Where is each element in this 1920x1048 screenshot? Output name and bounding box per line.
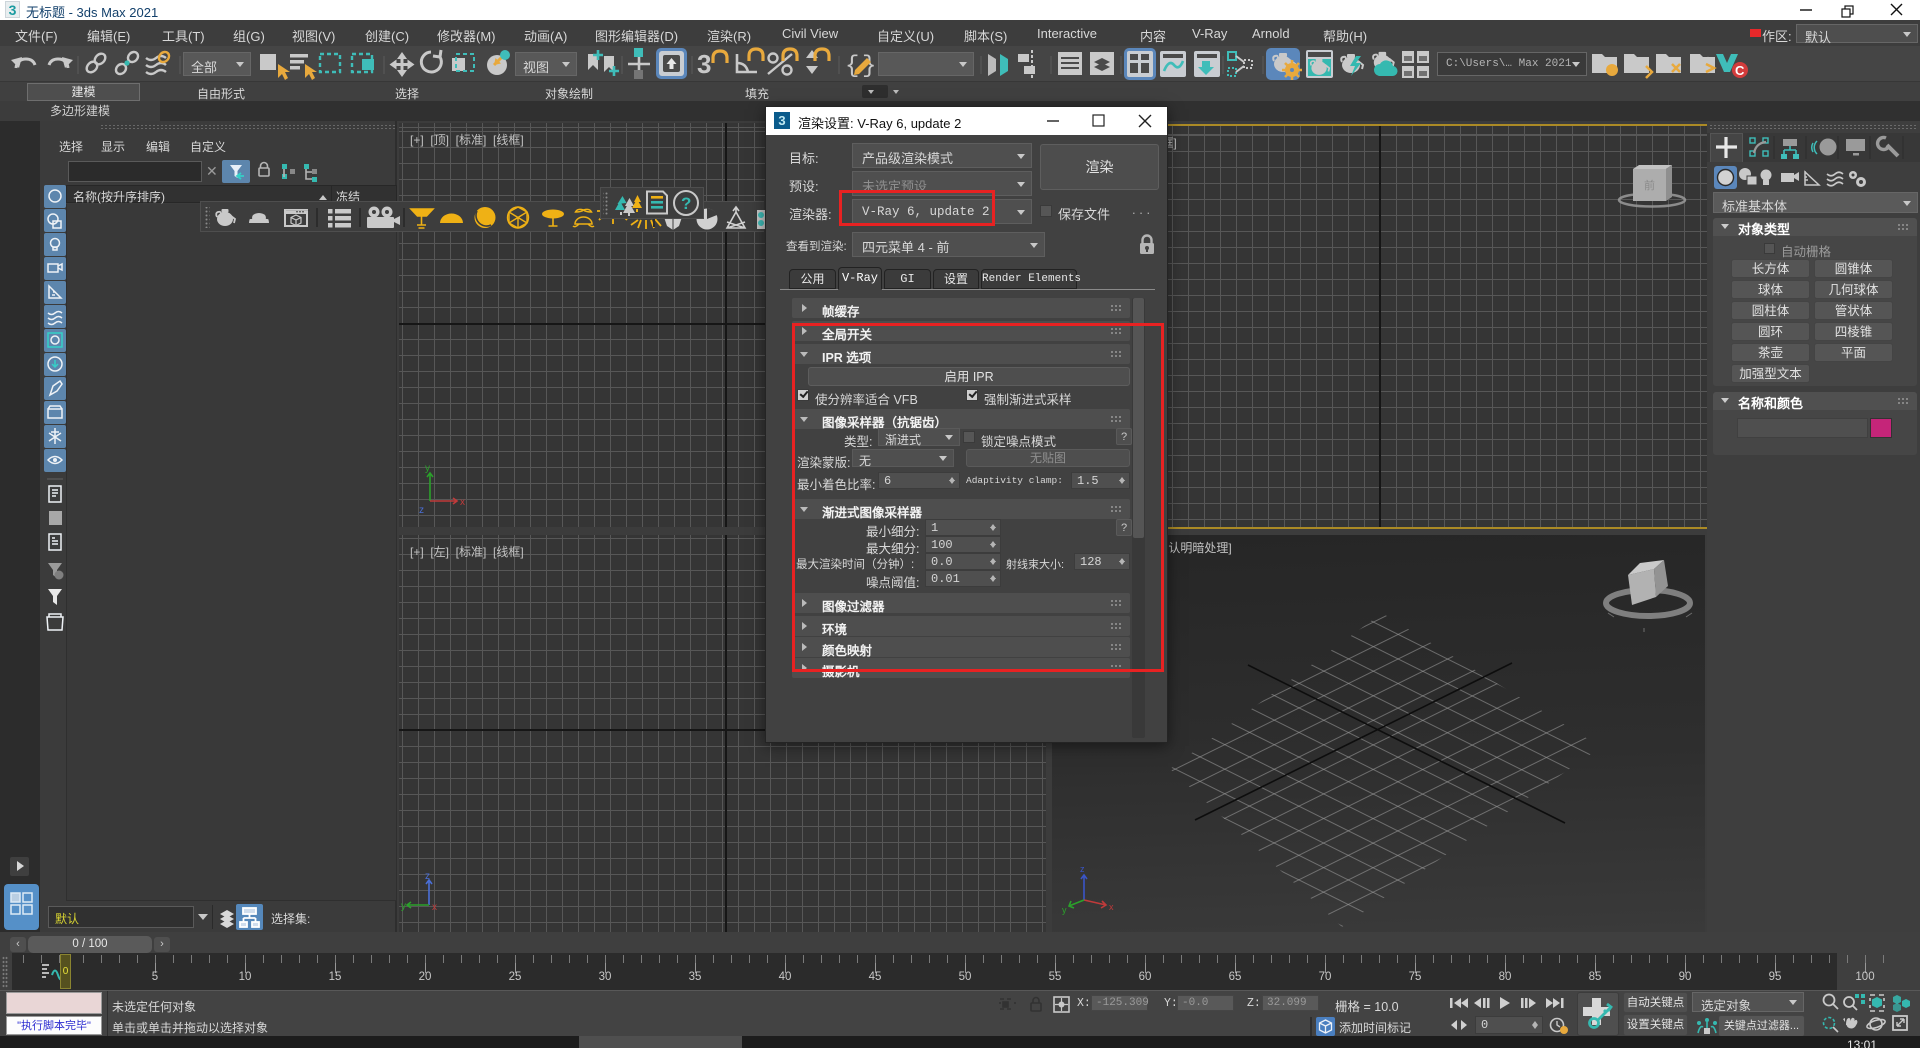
svg-text:3: 3: [697, 49, 711, 79]
svg-text:z: z: [425, 872, 430, 882]
svg-text:{: {: [845, 53, 859, 80]
svg-text:x: x: [460, 497, 465, 508]
svg-text:?: ?: [681, 194, 691, 213]
svg-text:y: y: [425, 463, 430, 474]
svg-text:y: y: [401, 901, 406, 912]
svg-text:z: z: [419, 505, 424, 516]
svg-text:x: x: [432, 902, 437, 913]
svg-text:z: z: [1080, 864, 1085, 874]
svg-text:C: C: [1735, 63, 1745, 78]
svg-text:y: y: [1062, 905, 1067, 915]
svg-text:x: x: [1109, 902, 1114, 912]
svg-text:前: 前: [1644, 178, 1655, 192]
